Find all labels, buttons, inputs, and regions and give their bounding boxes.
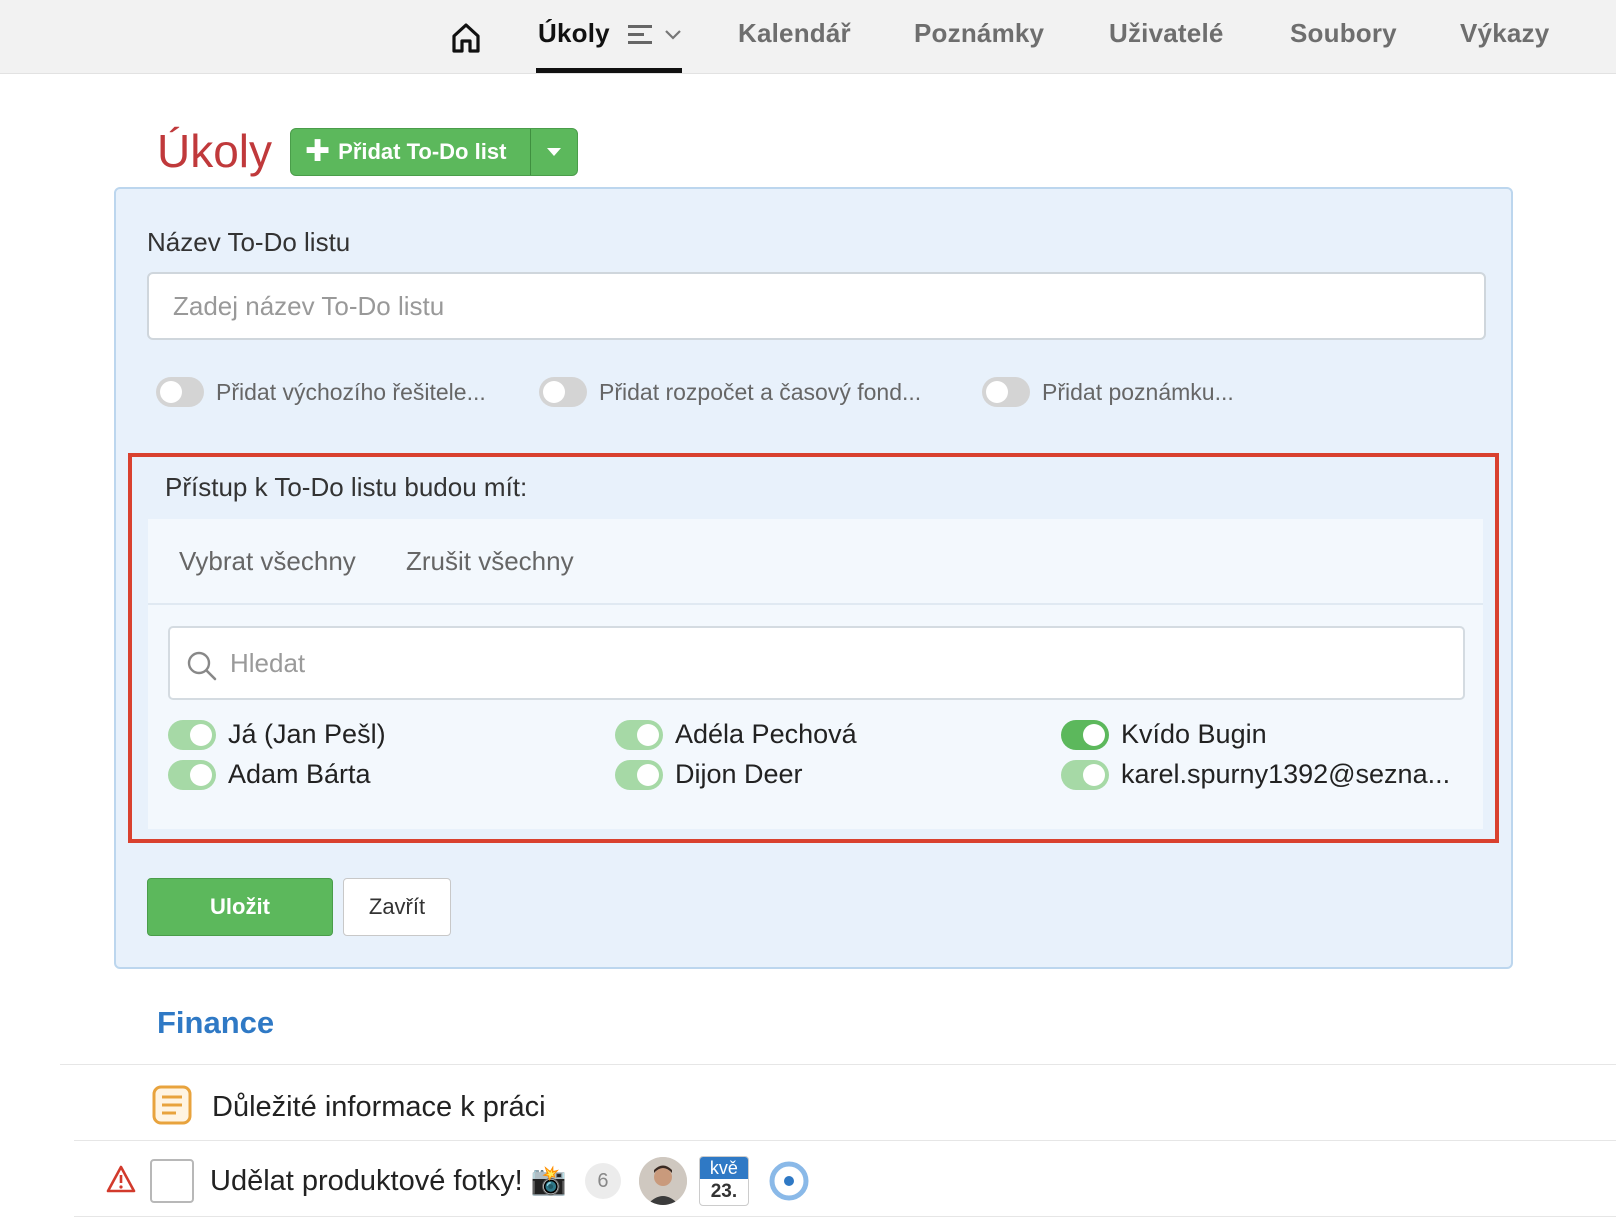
access-panel: Vybrat všechny Zrušit všechny Já (Jan Pe… [148, 519, 1483, 829]
tab-poznamky[interactable]: Poznámky [914, 18, 1044, 49]
user-search-box [168, 626, 1465, 700]
access-section: Přístup k To-Do listu budou mít: Vybrat … [128, 453, 1499, 843]
search-icon [186, 650, 218, 687]
user-search-input[interactable] [230, 642, 1430, 684]
toggle-switch[interactable] [539, 377, 587, 407]
user-name: Adéla Pechová [675, 719, 857, 749]
clear-all-link[interactable]: Zrušit všechny [406, 546, 574, 577]
user-toggle-row[interactable]: Já (Jan Pešl) [168, 719, 386, 750]
user-toggle-row[interactable]: Dijon Deer [615, 759, 803, 790]
user-name: Já (Jan Pešl) [228, 719, 386, 749]
tab-soubory[interactable]: Soubory [1290, 18, 1397, 49]
avatar[interactable] [638, 1157, 687, 1205]
user-name: Dijon Deer [675, 759, 803, 789]
user-toggle-switch[interactable] [615, 719, 663, 750]
due-date-day: 23. [710, 1181, 738, 1202]
caret-down-icon[interactable] [531, 129, 577, 175]
tab-uzivatele[interactable]: Uživatelé [1109, 18, 1224, 49]
close-button[interactable]: Zavřít [343, 878, 451, 936]
user-toggle-row[interactable]: Adam Bárta [168, 759, 371, 790]
new-todo-list-form: Název To-Do listu Přidat výchozího řešit… [114, 187, 1513, 969]
toggle-budget[interactable]: Přidat rozpočet a časový fond... [539, 377, 921, 407]
access-title: Přístup k To-Do listu budou mít: [165, 472, 528, 502]
toggle-label: Přidat výchozího řešitele... [216, 378, 486, 405]
note-icon [152, 1085, 192, 1130]
task-title[interactable]: Udělat produktové fotky! 📸 [210, 1164, 567, 1198]
tab-vykazy[interactable]: Výkazy [1460, 18, 1549, 49]
save-button[interactable]: Uložit [147, 878, 333, 936]
user-name: Kvído Bugin [1121, 719, 1267, 749]
user-name: Adam Bárta [228, 759, 371, 789]
user-toggle-switch[interactable] [168, 719, 216, 750]
home-icon[interactable] [446, 18, 486, 58]
divider [74, 1140, 1616, 1141]
toggle-label: Přidat rozpočet a časový fond... [599, 378, 922, 405]
divider [60, 1064, 1616, 1065]
note-item[interactable]: Důležité informace k práci [152, 1085, 546, 1130]
list-section-title[interactable]: Finance [157, 1005, 274, 1041]
task-checkbox[interactable] [150, 1159, 194, 1203]
add-todo-list-button[interactable]: ✚ Přidat To-Do list [290, 128, 578, 176]
due-date-month: kvě [699, 1157, 748, 1179]
plus-icon: ✚ [305, 135, 331, 168]
user-toggle-row[interactable]: Kvído Bugin [1061, 719, 1267, 750]
active-tab-indicator [536, 68, 682, 73]
divider [148, 603, 1483, 605]
todo-name-input[interactable] [147, 272, 1486, 340]
user-toggle-switch[interactable] [615, 759, 663, 790]
toggle-switch[interactable] [156, 377, 204, 407]
page-title: Úkoly [157, 125, 273, 177]
tab-kalendar[interactable]: Kalendář [738, 18, 851, 49]
divider [74, 1216, 1616, 1217]
user-name: karel.spurny1392@sezna... [1121, 759, 1451, 789]
list-icon[interactable] [628, 24, 654, 51]
user-toggle-switch[interactable] [1061, 759, 1109, 790]
chevron-down-icon[interactable] [664, 28, 682, 46]
user-toggle-row[interactable]: karel.spurny1392@sezna... [1061, 759, 1450, 790]
select-all-link[interactable]: Vybrat všechny [179, 546, 356, 577]
toggle-default-assignee[interactable]: Přidat výchozího řešitele... [156, 377, 486, 407]
tab-ukoly[interactable]: Úkoly [538, 18, 610, 49]
add-todo-list-label: Přidat To-Do list [338, 139, 507, 164]
task-row: Udělat produktové fotky! 📸 6 kvě 23. [106, 1156, 809, 1206]
comment-count-badge[interactable]: 6 [584, 1163, 621, 1199]
user-toggle-row[interactable]: Adéla Pechová [615, 719, 857, 750]
top-nav: Úkoly Kalendář Poznámky Uživatelé Soubor… [0, 0, 1616, 74]
toggle-note[interactable]: Přidat poznámku... [982, 377, 1234, 407]
note-item-title: Důležité informace k práci [212, 1091, 546, 1123]
toggle-switch[interactable] [982, 377, 1030, 407]
due-date-badge[interactable]: kvě 23. [698, 1156, 749, 1206]
toggle-label: Přidat poznámku... [1042, 378, 1234, 405]
user-toggle-switch[interactable] [1061, 719, 1109, 750]
todo-name-label: Název To-Do listu [147, 227, 351, 257]
status-circle-icon[interactable] [769, 1161, 809, 1201]
warning-icon [106, 1165, 136, 1198]
user-toggle-switch[interactable] [168, 759, 216, 790]
